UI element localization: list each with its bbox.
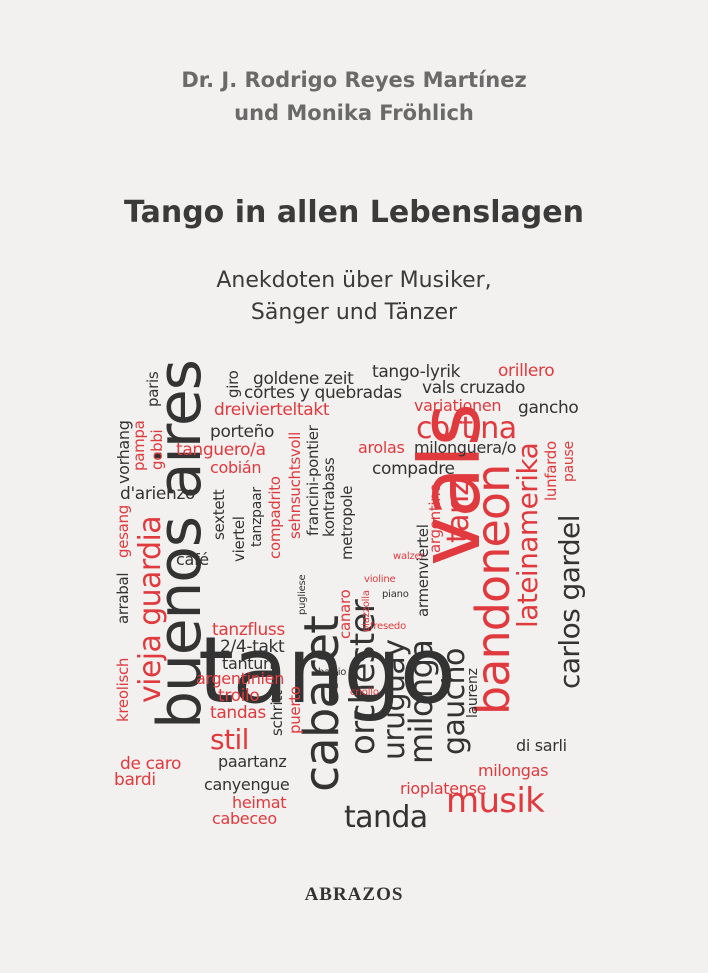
cloud-word-carlos-gardel: carlos gardel — [553, 515, 586, 689]
cloud-word-tanda: tanda — [344, 800, 428, 835]
cloud-word-musik: musik — [446, 781, 545, 821]
cloud-word-piano: piano — [382, 589, 409, 600]
cloud-word-fresedo: fresedo — [370, 621, 406, 632]
word-cloud: tango vals buenos aires bandoneon cabaret car… — [0, 0, 708, 973]
cloud-word-tandas: tandas — [210, 703, 266, 723]
cloud-word-pampa: pampa — [130, 420, 148, 471]
cloud-word-criollo: criollo — [350, 687, 379, 698]
cloud-word-giro: giro — [224, 370, 242, 398]
cloud-word-gobbi: gobbi — [148, 429, 166, 470]
book-subtitle: Anekdoten über Musiker, Sänger und Tänze… — [0, 265, 708, 329]
cloud-word-violine: violine — [364, 574, 396, 585]
cloud-word-heimat: heimat — [232, 793, 287, 812]
cloud-word-gaucho: gaucho — [437, 648, 472, 755]
cloud-word-cobián: cobián — [210, 458, 262, 477]
cloud-word-gancho: gancho — [518, 398, 579, 418]
authors: Dr. J. Rodrigo Reyes Martínez und Monika… — [0, 64, 708, 130]
cloud-word-pugliese: pugliese — [297, 574, 308, 615]
book-title: Tango in allen Lebenslagen — [124, 195, 584, 230]
cloud-word-tanguero-a: tanguero/a — [176, 440, 266, 460]
cloud-word-d-arienzo: d'arienzo — [120, 484, 196, 504]
cloud-word-de-caro: de caro — [120, 754, 182, 774]
cloud-word-cabeceo: cabeceo — [212, 809, 277, 828]
cloud-word-kontrabass: kontrabass — [320, 457, 338, 537]
cloud-word-francini-pontier: francini-pontier — [304, 425, 322, 537]
cloud-word-cortes-y-quebradas: cortes y quebradas — [244, 383, 402, 403]
cloud-word-sextett: sextett — [210, 489, 228, 540]
cloud-word-café: café — [176, 550, 209, 569]
cloud-word-argentino: argentino — [426, 483, 444, 553]
cloud-word-piazzolla: piazzolla — [361, 590, 372, 632]
cloud-word-2-4-takt: 2/4-takt — [220, 637, 285, 657]
cloud-word-buenos-aires: buenos aires — [145, 360, 215, 729]
cloud-word-rioplatense: rioplatense — [400, 779, 487, 798]
cloud-word-milonguera-o: milonguera/o — [414, 438, 517, 457]
cloud-word-tanzfluss: tanzfluss — [212, 620, 285, 640]
cloud-word-metropole: metropole — [338, 485, 356, 560]
cloud-word-orchester: orchester — [343, 599, 383, 755]
cloud-word-tanz: tanz — [441, 480, 476, 543]
cloud-word-compadre: compadre — [372, 459, 455, 479]
cloud-word-arrabal: arrabal — [114, 572, 132, 624]
publisher-name: ABRAZOS — [304, 884, 404, 905]
cloud-word-sehnsuchtsvoll: sehnsuchtsvoll — [286, 431, 304, 539]
cloud-word-lateinamerika: lateinamerika — [511, 442, 544, 628]
subtitle-line-1: Anekdoten über Musiker, — [216, 268, 492, 293]
cloud-word-pause: pause — [561, 441, 577, 482]
cloud-word-gesang: gesang — [114, 505, 132, 558]
cloud-word-di-sarli: di sarli — [516, 736, 567, 755]
cloud-word-porteño: porteño — [210, 422, 275, 442]
subtitle-line-2: Sänger und Tänzer — [250, 300, 458, 325]
author-line-2: und Monika Fröhlich — [234, 101, 474, 125]
cloud-word-milonga: milonga — [402, 639, 440, 764]
cloud-word-variationen: variationen — [414, 396, 502, 415]
cloud-word-laurenz: laurenz — [465, 668, 481, 718]
cloud-word-dreivierteltakt: dreivierteltakt — [214, 400, 330, 420]
cloud-word-tanzpaar: tanzpaar — [249, 487, 265, 547]
cloud-word-tango-lyrik: tango-lyrik — [372, 362, 461, 382]
author-line-1: Dr. J. Rodrigo Reyes Martínez — [181, 68, 527, 92]
cloud-word-tango: tango — [198, 617, 456, 724]
cloud-word-argentinien: argentinien — [196, 669, 285, 688]
cloud-word-canyengue: canyengue — [204, 775, 290, 794]
cloud-word-armenviertel: armenviertel — [414, 524, 432, 617]
cloud-word-bardi: bardi — [114, 770, 156, 790]
cloud-word-walzer: walzer — [393, 551, 425, 562]
cloud-word-orillero: orillero — [498, 361, 555, 381]
cloud-word-vorhang: vorhang — [114, 420, 133, 484]
cloud-word-paartanz: paartanz — [218, 752, 287, 771]
cloud-word-puerto: puerto — [286, 686, 304, 734]
cloud-word-schritt: schritt — [268, 690, 286, 736]
cloud-word-bandoneon: bandoneon — [466, 464, 520, 715]
cloud-word-goldene-zeit: goldene zeit — [253, 369, 354, 389]
cloud-word-vals: vals — [401, 404, 499, 566]
cloud-word-viertel: viertel — [230, 516, 248, 562]
cloud-word-lunfardo: lunfardo — [542, 441, 560, 501]
cloud-word-canaro: canaro — [336, 589, 354, 639]
cloud-word-uruguay: uruguay — [377, 639, 412, 760]
cloud-word-stil: stil — [210, 723, 249, 756]
cloud-word-kreolisch: kreolisch — [114, 657, 132, 722]
cloud-word-cortina: cortina — [416, 411, 517, 446]
cloud-word-tanturi: tanturi — [222, 654, 274, 673]
cloud-word-paris: paris — [144, 371, 162, 407]
cloud-word-vieja-guardia: vieja guardia — [133, 515, 168, 703]
cloud-word-barrio: barrio — [318, 667, 347, 678]
cloud-word-cabaret: cabaret — [294, 616, 350, 792]
cloud-word-milongas: milongas — [478, 761, 549, 780]
cloud-word-troilo: troilo — [218, 686, 260, 706]
cloud-word-vals-cruzado: vals cruzado — [422, 378, 526, 398]
cloud-word-arolas: arolas — [358, 438, 405, 457]
cloud-word-compadrito: compadrito — [266, 476, 284, 559]
